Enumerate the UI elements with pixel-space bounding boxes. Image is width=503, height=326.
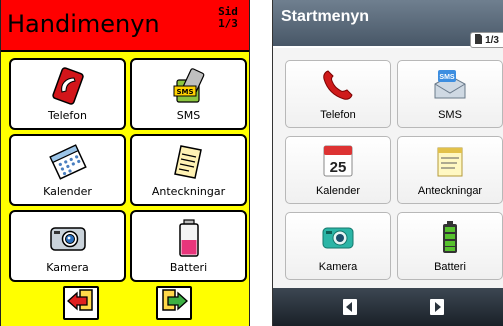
- tile-anteckningar[interactable]: Anteckningar: [397, 136, 503, 204]
- page-forward-icon: [427, 299, 447, 321]
- tile-anteckningar[interactable]: Anteckningar: [130, 134, 247, 206]
- tile-batteri[interactable]: Batteri: [130, 210, 247, 282]
- sms-icon: SMS: [398, 66, 502, 104]
- page-back-icon: [340, 299, 360, 321]
- tile-label: Batteri: [434, 261, 466, 273]
- page-forward-icon: [159, 287, 189, 320]
- tile-label: Anteckningar: [417, 185, 483, 197]
- notes-icon: [398, 142, 502, 180]
- calendar-icon: [11, 142, 124, 182]
- header: Startmenyn 1/3: [273, 0, 503, 48]
- tile-label: Telefon: [320, 109, 356, 121]
- page-icon: [475, 33, 483, 47]
- tile-telefon[interactable]: Telefon: [9, 58, 126, 130]
- sms-icon: SMS: [132, 66, 245, 106]
- tile-label: Batteri: [169, 261, 208, 274]
- page-title: Startmenyn: [281, 8, 370, 25]
- bottom-bar: [273, 288, 503, 326]
- phone-icon: [11, 66, 124, 106]
- page-forward-button[interactable]: [156, 286, 192, 320]
- calendar-day: 25: [330, 159, 347, 176]
- tile-label: SMS: [176, 109, 201, 122]
- page-back-button[interactable]: [340, 297, 360, 317]
- tile-kalender[interactable]: 25 Kalender: [285, 136, 391, 204]
- tile-telefon[interactable]: Telefon: [285, 60, 391, 128]
- tile-grid: Telefon SMS SMS 25 Kalender Anteckningar…: [273, 48, 503, 288]
- page-indicator-value: 1/3: [485, 34, 499, 46]
- battery-icon: [132, 218, 245, 258]
- battery-icon: [398, 218, 502, 256]
- page-indicator-value: 1/3: [218, 17, 238, 30]
- startmenyn-screen: Startmenyn 1/3 Telefon SMS SMS 25 Kalend…: [272, 0, 503, 326]
- tile-label: Telefon: [47, 109, 87, 122]
- tile-kamera[interactable]: Kamera: [285, 212, 391, 280]
- tile-label: Kalender: [315, 185, 361, 197]
- tile-label: Anteckningar: [151, 185, 226, 198]
- tile-label: Kamera: [318, 261, 358, 273]
- svg-text:SMS: SMS: [176, 88, 193, 96]
- notes-icon: [132, 142, 245, 182]
- svg-text:SMS: SMS: [439, 74, 455, 81]
- tile-kalender[interactable]: Kalender: [9, 134, 126, 206]
- handimenyn-screen: Handimenyn Sid 1/3 Telefon SMS SMS Kalen…: [0, 0, 250, 326]
- tile-kamera[interactable]: Kamera: [9, 210, 126, 282]
- page-back-button[interactable]: [63, 286, 99, 320]
- tile-batteri[interactable]: Batteri: [397, 212, 503, 280]
- page-indicator: Sid 1/3: [213, 6, 243, 30]
- tile-label: Kalender: [43, 185, 92, 198]
- page-title: Handimenyn: [7, 10, 160, 38]
- tile-label: SMS: [438, 109, 462, 121]
- tile-sms[interactable]: SMS SMS: [397, 60, 503, 128]
- page-indicator: 1/3: [470, 32, 503, 48]
- phone-icon: [286, 66, 390, 104]
- page-back-icon: [66, 287, 96, 320]
- page-forward-button[interactable]: [427, 297, 447, 317]
- calendar-icon: 25: [286, 142, 390, 180]
- header: Handimenyn Sid 1/3: [1, 0, 249, 52]
- tile-sms[interactable]: SMS SMS: [130, 58, 247, 130]
- tile-label: Kamera: [46, 261, 89, 274]
- camera-icon: [11, 218, 124, 258]
- camera-icon: [286, 218, 390, 256]
